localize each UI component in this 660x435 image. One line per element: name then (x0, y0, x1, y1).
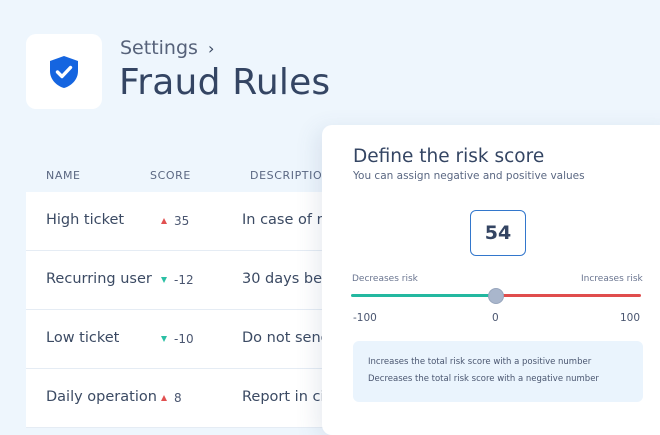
info-box: Increases the total risk score with a po… (353, 341, 643, 402)
breadcrumb-settings[interactable]: Settings (120, 37, 198, 59)
info-line-positive: Increases the total risk score with a po… (368, 357, 592, 367)
app-icon-card (26, 34, 102, 109)
table-header: NAME SCORE DESCRIPTION (26, 158, 336, 192)
rules-table: NAME SCORE DESCRIPTION High ticket 35 In… (26, 158, 336, 428)
info-line-negative: Decreases the total risk score with a ne… (368, 374, 599, 384)
slider-handle[interactable] (488, 288, 504, 304)
breadcrumb[interactable]: Settings › (120, 37, 214, 59)
increases-risk-label: Increases risk (581, 274, 643, 284)
arrow-down-icon (161, 336, 167, 342)
rule-score: 8 (161, 391, 182, 405)
rule-name: High ticket (46, 212, 125, 228)
score-value: 35 (174, 214, 190, 228)
arrow-up-icon (161, 218, 167, 224)
slider-mid-label: 0 (492, 312, 499, 324)
shield-check-icon (50, 55, 78, 88)
risk-score-input[interactable]: 54 (470, 210, 526, 256)
slider-track-positive[interactable] (497, 294, 641, 297)
column-header-score[interactable]: SCORE (150, 169, 191, 182)
rule-description: Report in cio (242, 389, 334, 405)
score-value: -10 (174, 332, 194, 346)
panel-title: Define the risk score (353, 146, 545, 167)
rule-description: 30 days bef (242, 271, 328, 287)
score-value: 8 (174, 391, 182, 405)
rule-score: -12 (161, 273, 194, 287)
rule-name: Daily operation (46, 389, 157, 405)
rule-score: -10 (161, 332, 194, 346)
table-row[interactable]: Low ticket -10 Do not send (26, 310, 336, 369)
arrow-up-icon (161, 395, 167, 401)
rule-description: Do not send (242, 330, 330, 346)
slider-track-negative[interactable] (351, 294, 497, 297)
table-row[interactable]: High ticket 35 In case of ris (26, 192, 336, 251)
column-header-description[interactable]: DESCRIPTION (250, 169, 331, 182)
column-header-name[interactable]: NAME (46, 169, 81, 182)
rule-name: Low ticket (46, 330, 120, 346)
risk-score-panel: Define the risk score You can assign neg… (322, 125, 660, 435)
rule-score: 35 (161, 214, 189, 228)
table-row[interactable]: Recurring user -12 30 days bef (26, 251, 336, 310)
table-row[interactable]: Daily operation 8 Report in cio (26, 369, 336, 428)
rule-description: In case of ris (242, 212, 335, 228)
slider-min-label: -100 (353, 312, 377, 324)
slider-max-label: 100 (620, 312, 641, 324)
panel-subtitle: You can assign negative and positive val… (353, 170, 585, 182)
rule-name: Recurring user (46, 271, 152, 287)
arrow-down-icon (161, 277, 167, 283)
decreases-risk-label: Decreases risk (352, 274, 418, 284)
score-value: -12 (174, 273, 194, 287)
page-title: Fraud Rules (119, 62, 331, 103)
chevron-right-icon: › (207, 38, 215, 58)
